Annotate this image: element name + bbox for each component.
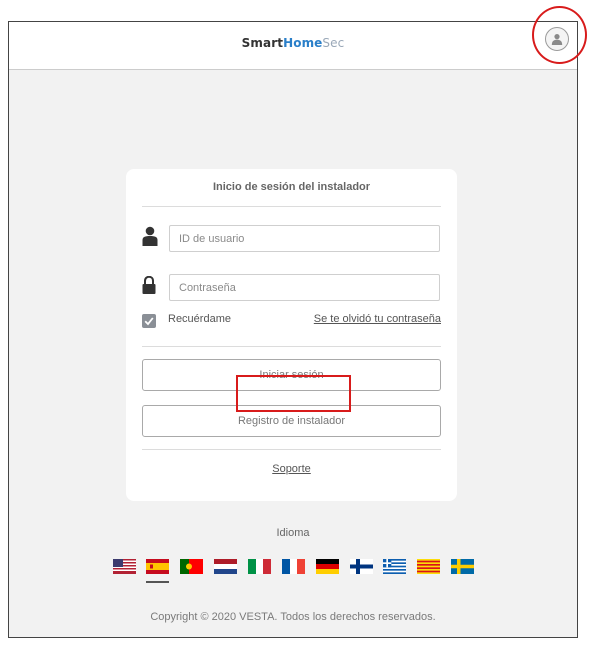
divider	[142, 206, 441, 207]
language-label: Idioma	[276, 527, 310, 539]
flag-gr-icon[interactable]	[383, 559, 406, 574]
brand-part-smart: Smart	[241, 36, 284, 50]
login-button[interactable]: Iniciar sesión	[142, 359, 441, 391]
register-installer-button[interactable]: Registro de instalador	[142, 405, 441, 437]
flag-se-icon[interactable]	[451, 559, 474, 574]
login-card: Inicio de sesión del instalador Recuérda…	[126, 169, 457, 501]
copyright-text: Copyright © 2020 VESTA. Todos los derech…	[150, 611, 436, 623]
password-input[interactable]	[169, 274, 440, 301]
brand-logo: SmartHomeSec	[9, 36, 577, 50]
support-link-row: Soporte	[126, 463, 457, 475]
person-icon	[142, 226, 158, 251]
flag-pt-icon[interactable]	[180, 559, 203, 574]
lock-icon	[142, 275, 156, 299]
forgot-password-link[interactable]: Se te olvidó tu contraseña	[314, 313, 441, 325]
flag-fr-icon[interactable]	[282, 559, 305, 574]
remember-checkbox[interactable]	[142, 314, 156, 328]
divider	[142, 449, 441, 450]
flag-nl-icon[interactable]	[214, 559, 237, 574]
flag-it-icon[interactable]	[248, 559, 271, 574]
check-icon	[144, 317, 154, 326]
flag-es-icon[interactable]	[146, 559, 169, 583]
flag-cat-icon[interactable]	[417, 559, 440, 574]
user-circle-icon	[551, 34, 563, 45]
user-account-button[interactable]	[545, 27, 569, 51]
username-input[interactable]	[169, 225, 440, 252]
login-title: Inicio de sesión del instalador	[212, 181, 371, 193]
remember-label: Recuérdame	[168, 313, 231, 325]
brand-part-sec: Sec	[322, 36, 345, 50]
divider	[142, 346, 441, 347]
brand-part-home: Home	[283, 36, 323, 50]
flag-us-icon[interactable]	[113, 559, 136, 574]
app-window: SmartHomeSec Inicio de sesión del instal…	[8, 6, 587, 638]
support-link[interactable]: Soporte	[272, 463, 311, 475]
top-bar: SmartHomeSec	[9, 22, 577, 70]
flag-fi-icon[interactable]	[350, 559, 373, 574]
flag-de-icon[interactable]	[316, 559, 339, 574]
